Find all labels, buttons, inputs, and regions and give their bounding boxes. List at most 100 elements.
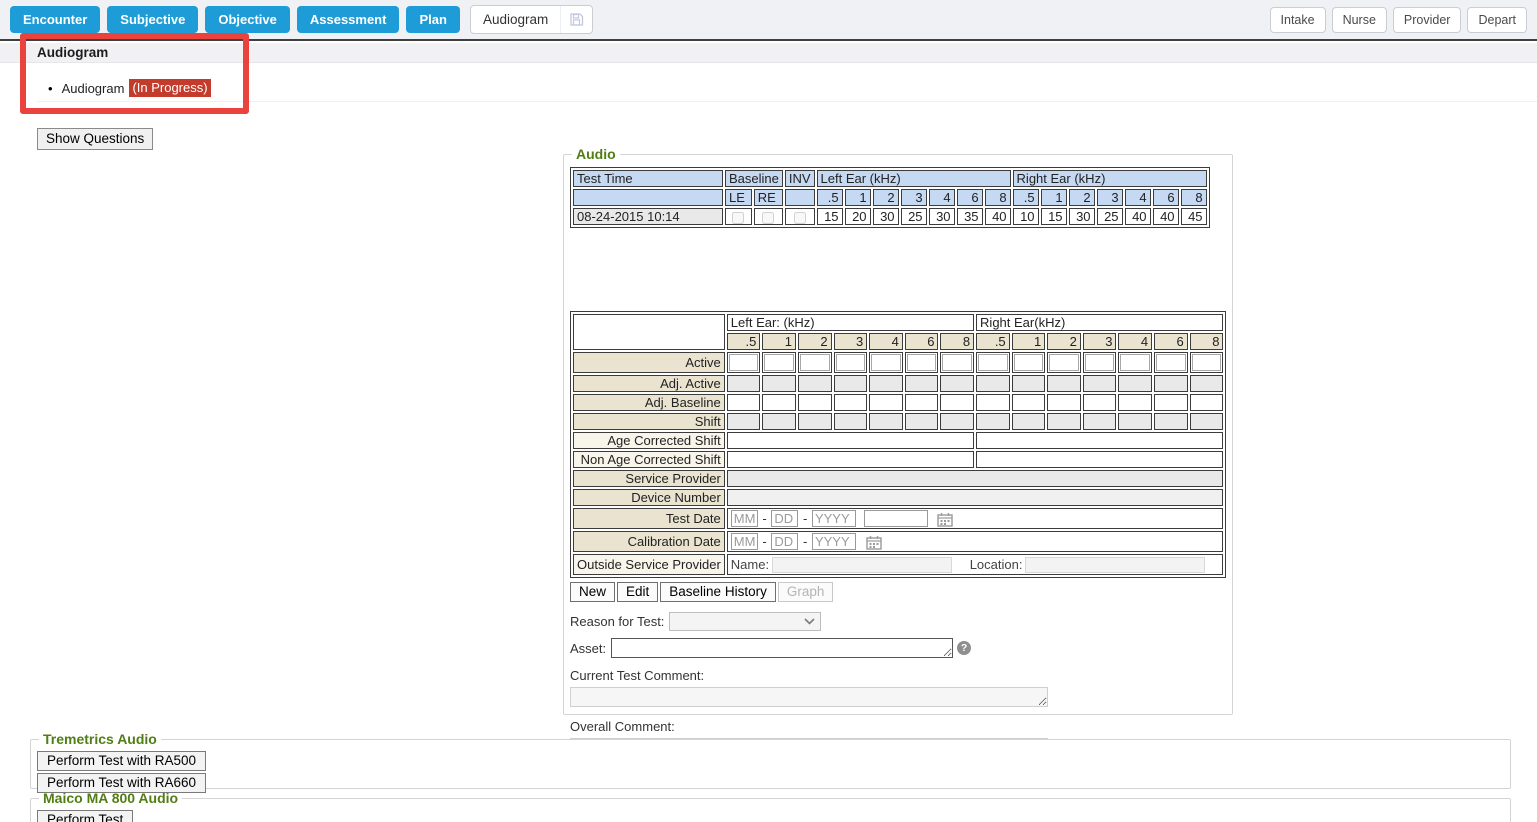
objective-button[interactable]: Objective (205, 6, 290, 33)
row-label: Non Age Corrected Shift (573, 451, 725, 468)
left-value: 40 (985, 208, 1011, 225)
baseline-history-button[interactable]: Baseline History (660, 582, 776, 602)
outside-provider-name-input[interactable] (772, 557, 952, 573)
row-non-age-corrected-shift: Non Age Corrected Shift (573, 451, 1223, 468)
current-test-comment-label: Current Test Comment: (570, 668, 1226, 683)
audiogram-item-label: Audiogram (62, 81, 125, 96)
active-input-cell (1047, 352, 1081, 373)
encounter-button[interactable]: Encounter (10, 6, 100, 33)
test-time-input[interactable] (864, 510, 928, 527)
freq-header: 2 (798, 333, 832, 350)
results-header-row: Test Time Baseline INV Left Ear (kHz) Ri… (573, 170, 1207, 187)
active-threshold-input[interactable] (1085, 354, 1115, 371)
help-icon[interactable]: ? (957, 641, 971, 655)
top-toolbar: Encounter Subjective Objective Assessmen… (0, 0, 1537, 41)
col-test-time: Test Time (573, 170, 723, 187)
show-questions-button[interactable]: Show Questions (37, 128, 153, 150)
freq-header: 3 (1083, 333, 1117, 350)
inv-checkbox (794, 212, 806, 224)
calibration-date-yyyy-input[interactable] (812, 533, 856, 550)
col-baseline: Baseline (725, 170, 783, 187)
baseline-re-checkbox-cell (754, 208, 783, 225)
row-shift: Shift (573, 413, 1223, 430)
row-adj-baseline: Adj. Baseline (573, 394, 1223, 411)
active-input-cell (798, 352, 832, 373)
plan-button[interactable]: Plan (406, 6, 459, 33)
asset-row: Asset: ? (570, 638, 1226, 658)
test-date-dd-input[interactable] (771, 510, 798, 527)
calibration-date-mm-input[interactable] (731, 533, 758, 550)
test-date-mm-input[interactable] (731, 510, 758, 527)
freq-header: 6 (1154, 333, 1188, 350)
freq-header: 1 (845, 189, 871, 206)
subjective-button[interactable]: Subjective (107, 6, 198, 33)
active-input-cell (940, 352, 974, 373)
row-label: Test Date (573, 508, 725, 529)
left-value: 25 (901, 208, 927, 225)
col-re: RE (754, 189, 783, 206)
current-test-comment-input[interactable] (570, 687, 1048, 707)
active-threshold-input[interactable] (800, 354, 830, 371)
left-value: 20 (845, 208, 871, 225)
row-label: Device Number (573, 489, 725, 506)
active-input-cell (1083, 352, 1117, 373)
active-threshold-input[interactable] (871, 354, 901, 371)
audio-actions: NewEditBaseline HistoryGraph (570, 582, 1226, 602)
intake-button[interactable]: Intake (1270, 7, 1326, 33)
audiogram-tab[interactable]: Audiogram (470, 5, 593, 34)
active-threshold-input[interactable] (1120, 354, 1150, 371)
active-threshold-input[interactable] (836, 354, 866, 371)
row-label: Outside Service Provider (573, 554, 725, 575)
edit-button[interactable]: Edit (617, 582, 658, 602)
freq-header: 8 (985, 189, 1011, 206)
perform-test-button[interactable]: Perform Test (37, 810, 133, 822)
active-threshold-input[interactable] (729, 354, 759, 371)
freq-header: 6 (1153, 189, 1179, 206)
section-header: Audiogram (0, 43, 1537, 63)
calendar-icon[interactable] (866, 535, 882, 550)
calendar-icon[interactable] (937, 512, 953, 527)
perform-test-ra500-button[interactable]: Perform Test with RA500 (37, 751, 206, 771)
empty-cell (573, 189, 723, 206)
col-left-ear: Left Ear (kHz) (817, 170, 1011, 187)
right-ear-header: Right Ear(kHz) (976, 314, 1223, 331)
depart-button[interactable]: Depart (1467, 7, 1527, 33)
active-threshold-input[interactable] (1014, 354, 1044, 371)
active-threshold-input[interactable] (764, 354, 794, 371)
right-value: 30 (1069, 208, 1095, 225)
new-button[interactable]: New (570, 582, 615, 602)
asset-input[interactable] (611, 638, 953, 658)
active-threshold-input[interactable] (1156, 354, 1186, 371)
calibration-date-dd-input[interactable] (771, 533, 798, 550)
empty-cell (785, 189, 815, 206)
audio-fieldset: Audio Test Time Baseline INV Left Ear (k… (563, 146, 1233, 715)
right-value: 40 (1153, 208, 1179, 225)
nurse-button[interactable]: Nurse (1332, 7, 1387, 33)
row-label: Adj. Active (573, 375, 725, 392)
freq-header: 8 (1181, 189, 1207, 206)
audiogram-tab-label: Audiogram (471, 6, 560, 33)
row-label: Adj. Baseline (573, 394, 725, 411)
active-threshold-input[interactable] (942, 354, 972, 371)
freq-header: 1 (1012, 333, 1046, 350)
reason-select[interactable] (669, 612, 821, 631)
row-device-number: Device Number (573, 489, 1223, 506)
maico-fieldset: Maico MA 800 Audio Perform Test (30, 790, 1511, 822)
active-threshold-input[interactable] (1192, 354, 1222, 371)
page-title: Audiogram (37, 45, 108, 60)
provider-button[interactable]: Provider (1393, 7, 1462, 33)
assessment-button[interactable]: Assessment (297, 6, 400, 33)
row-outside-service-provider: Outside Service Provider Name: Location: (573, 554, 1223, 575)
left-value: 30 (873, 208, 899, 225)
active-threshold-input[interactable] (978, 354, 1008, 371)
active-threshold-input[interactable] (907, 354, 937, 371)
outside-provider-location-input[interactable] (1025, 557, 1205, 573)
row-service-provider: Service Provider (573, 470, 1223, 487)
active-threshold-input[interactable] (1049, 354, 1079, 371)
location-label: Location: (970, 557, 1023, 572)
test-date-yyyy-input[interactable] (812, 510, 856, 527)
freq-header: .5 (1013, 189, 1039, 206)
audiogram-list-item[interactable]: • Audiogram (In Progress) (48, 79, 211, 97)
active-input-cell (869, 352, 903, 373)
row-label: Calibration Date (573, 531, 725, 552)
